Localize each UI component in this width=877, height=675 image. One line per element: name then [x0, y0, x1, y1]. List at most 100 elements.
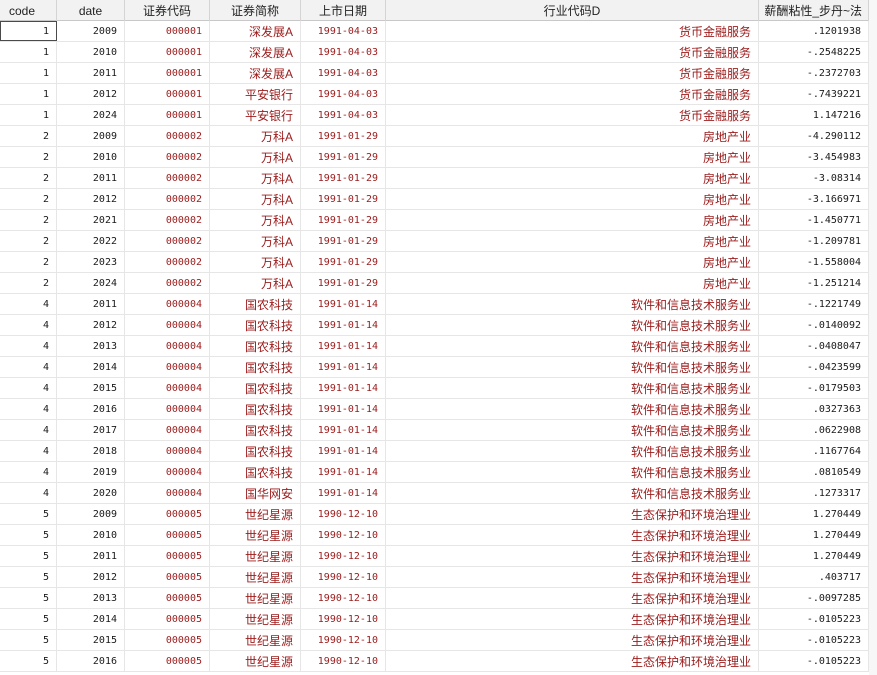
cell-date[interactable]: 2009 [57, 504, 125, 524]
cell-date[interactable]: 2014 [57, 609, 125, 629]
cell-code[interactable]: 5 [0, 504, 57, 524]
cell-code[interactable]: 5 [0, 567, 57, 587]
cell-industry[interactable]: 货币金融服务 [386, 21, 759, 41]
table-row[interactable]: 1 2009 000001 深发展A 1991-04-03 货币金融服务 .1201938 [0, 21, 877, 42]
cell-listing-date[interactable]: 1990-12-10 [301, 546, 386, 566]
cell-listing-date[interactable]: 1990-12-10 [301, 609, 386, 629]
cell-code[interactable]: 4 [0, 399, 57, 419]
cell-code[interactable]: 2 [0, 252, 57, 272]
cell-listing-date[interactable]: 1991-01-14 [301, 399, 386, 419]
cell-stock-code[interactable]: 000002 [125, 273, 210, 293]
cell-industry[interactable]: 货币金融服务 [386, 84, 759, 104]
table-row[interactable]: 2 2023 000002 万科A 1991-01-29 房地产业 -1.558004 [0, 252, 877, 273]
cell-date[interactable]: 2011 [57, 546, 125, 566]
table-row[interactable]: 5 2013 000005 世纪星源 1990-12-10 生态保护和环境治理业 -.009… [0, 588, 877, 609]
cell-salary-stickiness[interactable]: 1.147216 [759, 105, 869, 125]
cell-stock-name[interactable]: 世纪星源 [210, 609, 301, 629]
cell-salary-stickiness[interactable]: .1167764 [759, 441, 869, 461]
cell-listing-date[interactable]: 1991-04-03 [301, 84, 386, 104]
cell-industry[interactable]: 软件和信息技术服务业 [386, 462, 759, 482]
cell-date[interactable]: 2010 [57, 147, 125, 167]
cell-industry[interactable]: 房地产业 [386, 147, 759, 167]
cell-industry[interactable]: 生态保护和环境治理业 [386, 525, 759, 545]
cell-stock-code[interactable]: 000002 [125, 252, 210, 272]
cell-listing-date[interactable]: 1991-01-14 [301, 315, 386, 335]
cell-listing-date[interactable]: 1991-01-29 [301, 126, 386, 146]
cell-industry[interactable]: 软件和信息技术服务业 [386, 483, 759, 503]
table-row[interactable]: 2 2012 000002 万科A 1991-01-29 房地产业 -3.166971 [0, 189, 877, 210]
cell-listing-date[interactable]: 1991-01-14 [301, 483, 386, 503]
table-row[interactable]: 2 2010 000002 万科A 1991-01-29 房地产业 -3.454983 [0, 147, 877, 168]
cell-stock-code[interactable]: 000005 [125, 588, 210, 608]
cell-date[interactable]: 2014 [57, 357, 125, 377]
cell-salary-stickiness[interactable]: -4.290112 [759, 126, 869, 146]
cell-stock-name[interactable]: 平安银行 [210, 105, 301, 125]
cell-industry[interactable]: 房地产业 [386, 210, 759, 230]
column-header-code[interactable]: code [0, 0, 57, 21]
cell-salary-stickiness[interactable]: -1.251214 [759, 273, 869, 293]
cell-date[interactable]: 2011 [57, 294, 125, 314]
cell-stock-name[interactable]: 万科A [210, 210, 301, 230]
cell-listing-date[interactable]: 1991-04-03 [301, 63, 386, 83]
cell-code[interactable]: 4 [0, 378, 57, 398]
cell-code[interactable]: 2 [0, 231, 57, 251]
cell-salary-stickiness[interactable]: -.0105223 [759, 630, 869, 650]
cell-listing-date[interactable]: 1991-04-03 [301, 21, 386, 41]
table-row[interactable]: 4 2013 000004 国农科技 1991-01-14 软件和信息技术服务业 -.040… [0, 336, 877, 357]
cell-stock-code[interactable]: 000004 [125, 462, 210, 482]
cell-salary-stickiness[interactable]: 1.270449 [759, 504, 869, 524]
cell-date[interactable]: 2012 [57, 567, 125, 587]
cell-code[interactable]: 1 [0, 84, 57, 104]
cell-stock-code[interactable]: 000005 [125, 609, 210, 629]
cell-stock-name[interactable]: 世纪星源 [210, 525, 301, 545]
cell-listing-date[interactable]: 1991-04-03 [301, 42, 386, 62]
cell-stock-code[interactable]: 000004 [125, 483, 210, 503]
cell-listing-date[interactable]: 1990-12-10 [301, 588, 386, 608]
cell-stock-code[interactable]: 000001 [125, 42, 210, 62]
cell-code[interactable]: 4 [0, 357, 57, 377]
cell-industry[interactable]: 房地产业 [386, 231, 759, 251]
cell-stock-name[interactable]: 国农科技 [210, 420, 301, 440]
cell-code[interactable]: 4 [0, 483, 57, 503]
table-row[interactable]: 2 2021 000002 万科A 1991-01-29 房地产业 -1.450771 [0, 210, 877, 231]
cell-salary-stickiness[interactable]: .1201938 [759, 21, 869, 41]
table-row[interactable]: 4 2017 000004 国农科技 1991-01-14 软件和信息技术服务业 .0622… [0, 420, 877, 441]
cell-stock-code[interactable]: 000004 [125, 315, 210, 335]
cell-date[interactable]: 2015 [57, 630, 125, 650]
cell-listing-date[interactable]: 1990-12-10 [301, 651, 386, 671]
cell-stock-name[interactable]: 万科A [210, 126, 301, 146]
cell-listing-date[interactable]: 1991-01-29 [301, 210, 386, 230]
cell-stock-code[interactable]: 000005 [125, 525, 210, 545]
cell-listing-date[interactable]: 1991-01-14 [301, 420, 386, 440]
cell-listing-date[interactable]: 1991-01-14 [301, 294, 386, 314]
cell-salary-stickiness[interactable]: -.7439221 [759, 84, 869, 104]
cell-industry[interactable]: 软件和信息技术服务业 [386, 336, 759, 356]
cell-listing-date[interactable]: 1991-01-29 [301, 189, 386, 209]
cell-code[interactable]: 4 [0, 441, 57, 461]
cell-date[interactable]: 2018 [57, 441, 125, 461]
cell-stock-code[interactable]: 000004 [125, 441, 210, 461]
cell-industry[interactable]: 生态保护和环境治理业 [386, 567, 759, 587]
cell-stock-name[interactable]: 世纪星源 [210, 546, 301, 566]
cell-industry[interactable]: 软件和信息技术服务业 [386, 294, 759, 314]
cell-listing-date[interactable]: 1991-01-14 [301, 462, 386, 482]
cell-date[interactable]: 2022 [57, 231, 125, 251]
table-row[interactable]: 1 2010 000001 深发展A 1991-04-03 货币金融服务 -.2548225 [0, 42, 877, 63]
cell-stock-code[interactable]: 000002 [125, 210, 210, 230]
cell-industry[interactable]: 货币金融服务 [386, 42, 759, 62]
cell-date[interactable]: 2016 [57, 651, 125, 671]
cell-salary-stickiness[interactable]: -.2372703 [759, 63, 869, 83]
cell-salary-stickiness[interactable]: -3.08314 [759, 168, 869, 188]
cell-date[interactable]: 2017 [57, 420, 125, 440]
column-header-stock-code[interactable]: 证券代码 [125, 0, 210, 21]
table-row[interactable]: 1 2011 000001 深发展A 1991-04-03 货币金融服务 -.2372703 [0, 63, 877, 84]
cell-stock-name[interactable]: 国农科技 [210, 441, 301, 461]
cell-salary-stickiness[interactable]: -1.450771 [759, 210, 869, 230]
cell-salary-stickiness[interactable]: -.0408047 [759, 336, 869, 356]
cell-industry[interactable]: 生态保护和环境治理业 [386, 588, 759, 608]
cell-salary-stickiness[interactable]: -.0097285 [759, 588, 869, 608]
cell-industry[interactable]: 生态保护和环境治理业 [386, 651, 759, 671]
cell-stock-code[interactable]: 000002 [125, 147, 210, 167]
cell-stock-code[interactable]: 000004 [125, 336, 210, 356]
cell-stock-code[interactable]: 000002 [125, 231, 210, 251]
